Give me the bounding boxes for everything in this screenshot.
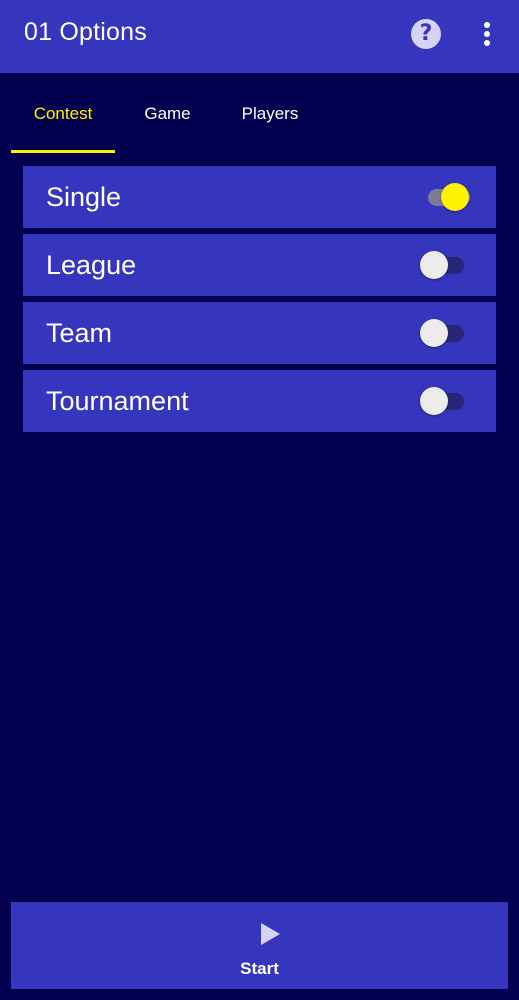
option-label: League [46, 249, 137, 280]
active-tab-indicator [11, 150, 115, 153]
more-dot [484, 22, 490, 28]
help-glyph: ? [419, 21, 433, 46]
toggle-thumb [420, 387, 448, 415]
option-label: Tournament [46, 385, 189, 416]
help-icon[interactable]: ? [411, 19, 441, 49]
more-options-icon[interactable] [477, 20, 497, 48]
more-dot [484, 40, 490, 46]
single-toggle[interactable] [420, 182, 470, 212]
tab-contest[interactable]: Contest [11, 73, 115, 155]
toggle-thumb [420, 251, 448, 279]
option-label: Team [46, 317, 113, 348]
page-title: 01 Options [24, 18, 147, 46]
option-row-team[interactable]: Team [23, 302, 496, 364]
league-toggle[interactable] [420, 250, 468, 280]
option-label: Single [46, 181, 122, 212]
tab-game[interactable]: Game [120, 73, 215, 155]
start-label: Start [240, 959, 279, 978]
tab-players[interactable]: Players [224, 73, 316, 155]
tournament-toggle[interactable] [420, 386, 468, 416]
start-button[interactable]: Start [11, 902, 508, 989]
team-toggle[interactable] [420, 318, 468, 348]
tab-bar: Contest Game Players [0, 73, 519, 155]
more-dot [484, 31, 490, 37]
option-row-league[interactable]: League [23, 234, 496, 296]
toggle-thumb [441, 183, 469, 211]
app-bar: 01 Options ? [0, 0, 519, 73]
option-row-single[interactable]: Single [23, 166, 496, 228]
option-row-tournament[interactable]: Tournament [23, 370, 496, 432]
toggle-thumb [420, 319, 448, 347]
play-icon [261, 923, 280, 945]
